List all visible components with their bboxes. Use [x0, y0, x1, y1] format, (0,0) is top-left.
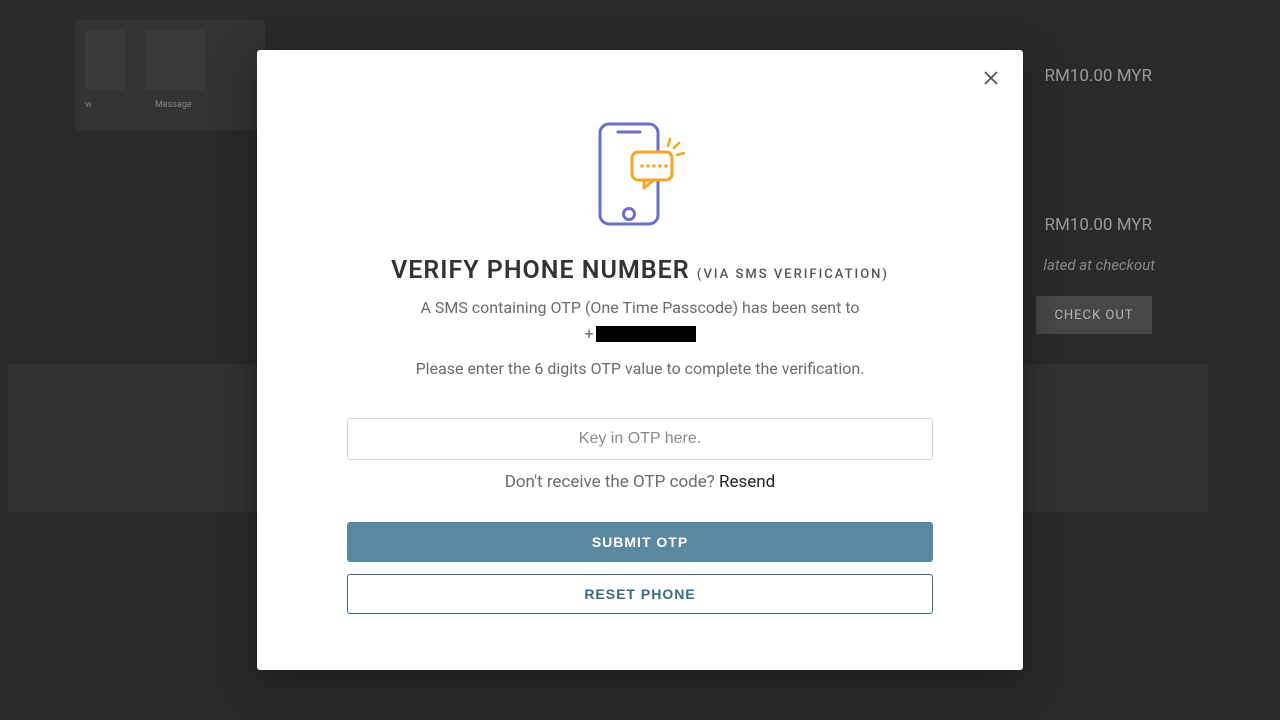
resend-line: Don't receive the OTP code? Resend	[347, 472, 933, 492]
phone-sms-icon	[594, 120, 686, 228]
phone-prefix: +	[584, 324, 593, 343]
sent-text: A SMS containing OTP (One Time Passcode)…	[347, 295, 933, 321]
modal-heading: Verify Phone Number (via SMS verificatio…	[391, 256, 889, 285]
resend-link[interactable]: Resend	[719, 472, 775, 492]
otp-input[interactable]	[347, 418, 933, 460]
close-icon	[983, 70, 999, 86]
instruction-text: Please enter the 6 digits OTP value to c…	[347, 359, 933, 378]
resend-prompt: Don't receive the OTP code?	[505, 472, 719, 492]
redacted-phone	[596, 326, 696, 342]
submit-otp-button[interactable]: Submit OTP	[347, 522, 933, 562]
verify-phone-modal: Verify Phone Number (via SMS verificatio…	[257, 50, 1023, 671]
modal-overlay: Verify Phone Number (via SMS verificatio…	[0, 0, 1280, 720]
heading-sub: (via SMS verification)	[697, 267, 889, 282]
heading-main: Verify Phone Number	[391, 256, 690, 285]
phone-line: +	[347, 324, 933, 343]
reset-phone-button[interactable]: Reset Phone	[347, 574, 933, 614]
close-button[interactable]	[979, 66, 1003, 90]
phone-sms-illustration	[347, 120, 933, 228]
